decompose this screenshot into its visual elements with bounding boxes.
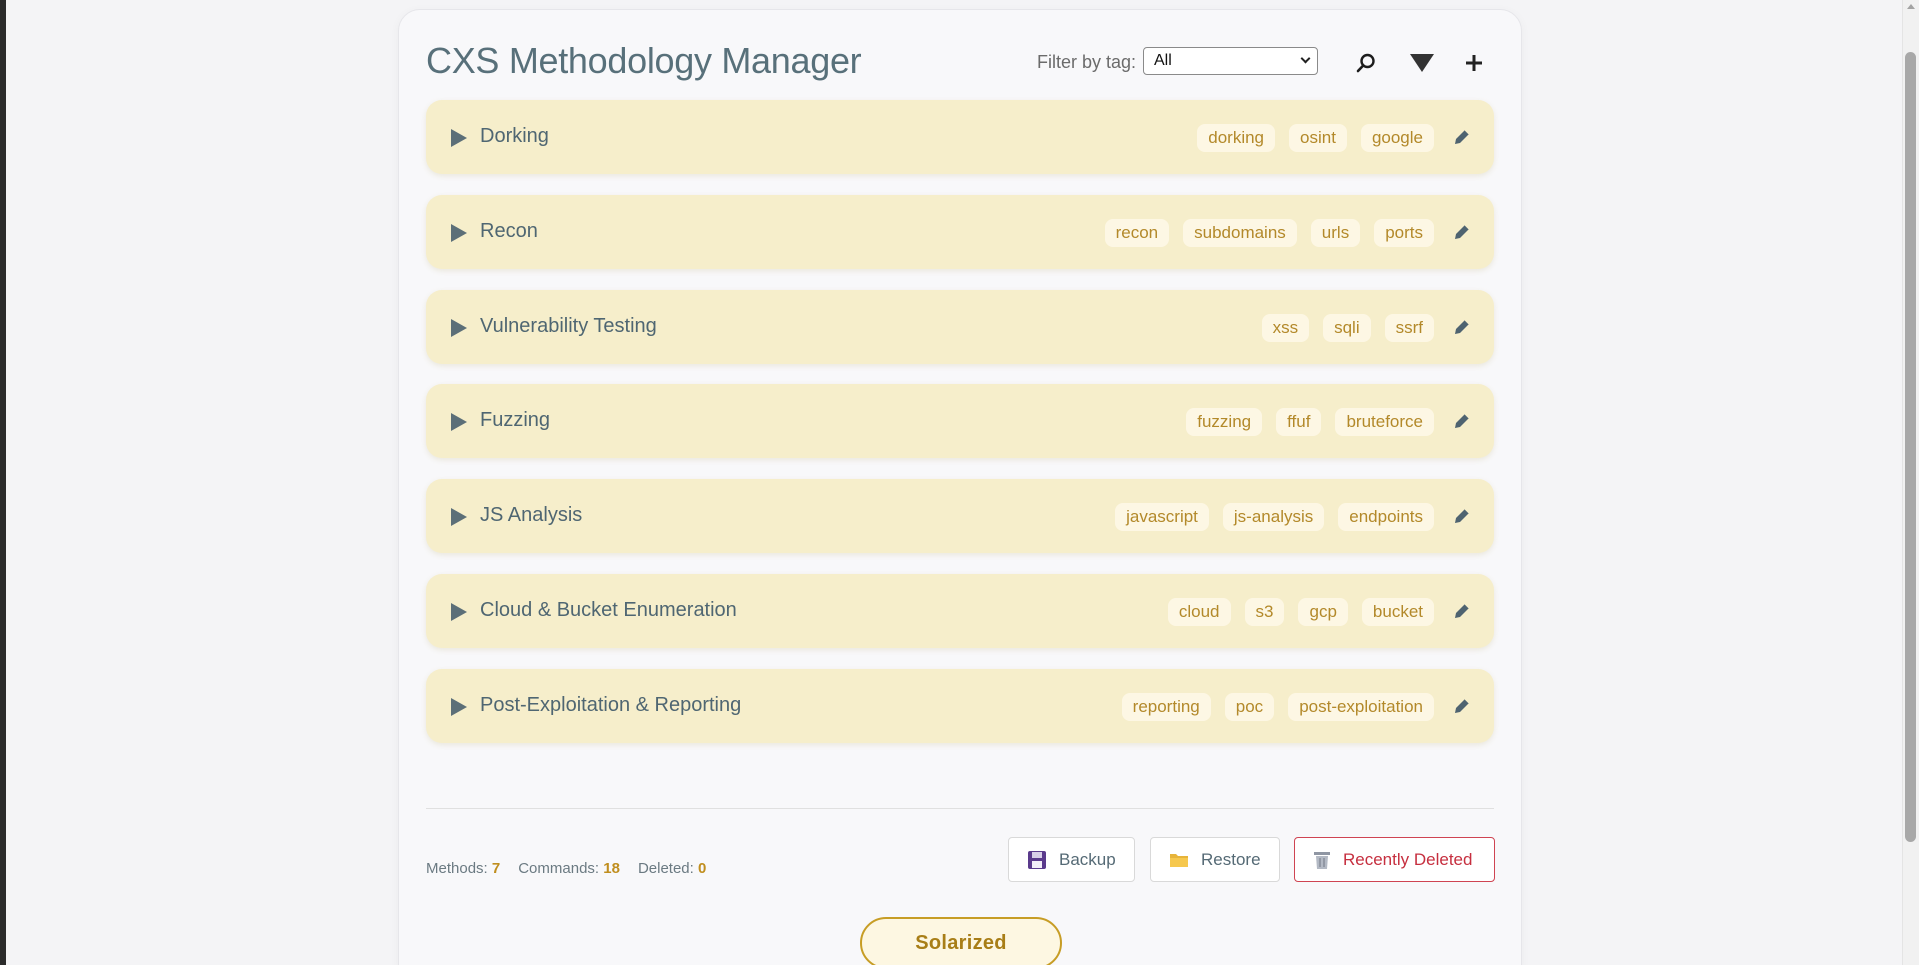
method-name: Fuzzing — [480, 409, 551, 432]
tag-chip[interactable]: ports — [1374, 218, 1434, 247]
method-name: Cloud & Bucket Enumeration — [480, 599, 737, 621]
tag-chip[interactable]: reporting — [1121, 692, 1211, 721]
pencil-icon[interactable] — [1452, 506, 1472, 526]
pencil-icon[interactable] — [1452, 601, 1472, 621]
methods-stat-label: Methods: — [426, 860, 488, 877]
tag-chip[interactable]: gcp — [1298, 598, 1348, 626]
method-tags: javascript js-analysis endpoints — [1115, 503, 1434, 532]
pencil-icon[interactable] — [1452, 222, 1472, 242]
theme-label: Solarized — [915, 931, 1007, 954]
stats-bar: Methods: 7 Commands: 18 Deleted: 0 — [426, 860, 706, 877]
floppy-disk-icon — [1028, 850, 1046, 869]
tag-chip[interactable]: ffuf — [1276, 408, 1322, 437]
method-card[interactable]: Fuzzing fuzzing ffuf bruteforce — [426, 384, 1494, 459]
scrollbar-thumb[interactable] — [1905, 52, 1916, 842]
recently-deleted-button[interactable]: Recently Deleted — [1294, 837, 1495, 882]
search-button[interactable] — [1351, 48, 1381, 78]
expand-arrow-icon[interactable] — [451, 318, 467, 337]
tag-chip[interactable]: javascript — [1115, 503, 1209, 532]
filter-icon — [1410, 54, 1434, 72]
pencil-icon[interactable] — [1452, 127, 1472, 147]
restore-label: Restore — [1201, 849, 1261, 869]
method-tags: xss sqli ssrf — [1261, 313, 1434, 342]
search-icon — [1356, 53, 1375, 73]
folder-icon — [1170, 853, 1188, 867]
methods-count: 7 — [491, 860, 501, 877]
add-method-button[interactable] — [1459, 48, 1489, 78]
method-card[interactable]: Post-Exploitation & Reporting reporting po… — [426, 668, 1494, 743]
tag-chip[interactable]: js-analysis — [1222, 503, 1325, 532]
filter-button[interactable] — [1407, 48, 1437, 78]
pencil-icon[interactable] — [1452, 696, 1472, 716]
recently-deleted-label: Recently Deleted — [1343, 849, 1473, 869]
expand-arrow-icon[interactable] — [451, 223, 467, 242]
tag-chip[interactable]: post-exploitation — [1288, 692, 1434, 721]
tag-chip[interactable]: bruteforce — [1335, 408, 1434, 437]
method-name: JS Analysis — [480, 504, 583, 527]
expand-arrow-icon[interactable] — [451, 129, 467, 147]
method-name: Recon — [480, 219, 538, 242]
pencil-icon[interactable] — [1452, 411, 1472, 431]
expand-arrow-icon[interactable] — [451, 697, 467, 716]
method-card[interactable]: Dorking dorking osint google — [426, 100, 1494, 174]
commands-stat-label: Commands: — [518, 860, 600, 877]
method-tags: recon subdomains urls ports — [1104, 218, 1434, 247]
commands-count: 18 — [603, 860, 620, 877]
tag-chip[interactable]: bucket — [1361, 598, 1434, 626]
expand-arrow-icon[interactable] — [451, 508, 467, 527]
tag-chip[interactable]: urls — [1310, 218, 1361, 247]
tag-chip[interactable]: endpoints — [1338, 503, 1434, 532]
tag-chip[interactable]: dorking — [1197, 124, 1276, 152]
deleted-stat-label: Deleted: — [637, 860, 694, 877]
tag-chip[interactable]: google — [1360, 124, 1434, 152]
trash-icon — [1314, 851, 1330, 869]
filter-label: Filter by tag: — [1037, 52, 1137, 72]
method-name: Post-Exploitation & Reporting — [480, 693, 742, 716]
scrollbar[interactable] — [1902, 0, 1919, 965]
tag-chip[interactable]: ssrf — [1384, 313, 1434, 342]
method-name: Vulnerability Testing — [480, 314, 657, 337]
expand-arrow-icon[interactable] — [451, 413, 467, 432]
method-tags: cloud s3 gcp bucket — [1167, 598, 1434, 626]
theme-toggle-button[interactable]: Solarized — [860, 917, 1062, 965]
backup-button[interactable]: Backup — [1008, 837, 1135, 882]
tag-filter-select[interactable]: All — [1143, 47, 1318, 75]
main-panel: CXS Methodology Manager Filter by tag: A… — [398, 9, 1522, 965]
commands-stat: Commands: 18 — [518, 860, 620, 877]
deleted-count: 0 — [697, 860, 707, 877]
tag-chip[interactable]: xss — [1261, 313, 1310, 342]
tag-chip[interactable]: recon — [1104, 218, 1170, 247]
window-edge — [0, 0, 6, 965]
pencil-icon[interactable] — [1452, 317, 1472, 337]
tag-chip[interactable]: osint — [1289, 124, 1347, 152]
method-card[interactable]: Recon recon subdomains urls ports — [426, 194, 1494, 269]
tag-chip[interactable]: cloud — [1167, 598, 1231, 626]
method-tags: reporting poc post-exploitation — [1121, 692, 1434, 721]
tag-chip[interactable]: subdomains — [1183, 218, 1297, 247]
plus-icon — [1466, 55, 1482, 71]
method-tags: dorking osint google — [1197, 124, 1434, 152]
method-card[interactable]: Vulnerability Testing xss sqli ssrf — [426, 289, 1494, 364]
tag-chip[interactable]: s3 — [1244, 598, 1285, 626]
page-title: CXS Methodology Manager — [426, 40, 862, 81]
divider — [426, 808, 1494, 809]
tag-chip[interactable]: sqli — [1323, 313, 1371, 342]
backup-label: Backup — [1059, 849, 1116, 869]
scroll-up-arrow-icon[interactable] — [1907, 4, 1915, 9]
methods-stat: Methods: 7 — [426, 860, 500, 877]
method-tags: fuzzing ffuf bruteforce — [1186, 408, 1434, 437]
deleted-stat: Deleted: 0 — [638, 860, 706, 877]
tag-filter-selected: All — [1154, 52, 1172, 69]
tag-chip[interactable]: fuzzing — [1186, 408, 1263, 437]
expand-arrow-icon[interactable] — [451, 603, 467, 621]
method-card[interactable]: Cloud & Bucket Enumeration cloud s3 gcp buck… — [426, 574, 1494, 648]
tag-chip[interactable]: poc — [1224, 692, 1275, 721]
method-name: Dorking — [480, 125, 549, 147]
restore-button[interactable]: Restore — [1150, 837, 1280, 882]
method-card[interactable]: JS Analysis javascript js-analysis endpoint… — [426, 479, 1494, 554]
chevron-down-icon — [1300, 53, 1311, 64]
